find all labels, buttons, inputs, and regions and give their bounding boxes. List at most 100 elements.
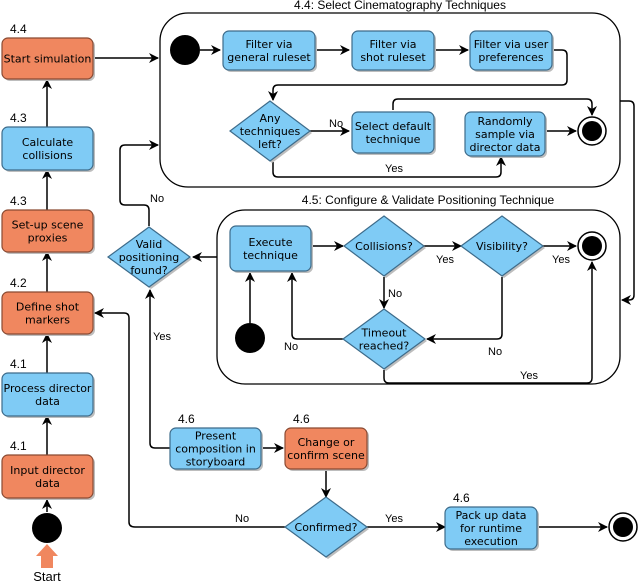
node-any-techniques-left-text: Any [259, 112, 280, 125]
node-process-director-data-number: 4.1 [10, 357, 27, 371]
group-validate-title: 4.5: Configure & Validate Positioning Te… [302, 193, 555, 207]
left-column-edges [42, 53, 159, 512]
edge-present-to-valid [145, 289, 170, 449]
edge-timeout-no [287, 272, 343, 340]
node-filter-general-text: general ruleset [227, 51, 311, 64]
node-process-director-data-text: Process director [4, 382, 92, 395]
group-select-title: 4.4: Select Cinematography Techniques [294, 0, 506, 12]
node-visibility[interactable]: Visibility? [459, 215, 545, 278]
node-random-sample[interactable]: Randomlysample viadirector data [464, 111, 547, 158]
node-present-composition-number: 4.6 [178, 412, 195, 426]
edge-label-collisions-no: No [388, 288, 402, 300]
node-valid-positioning-text: found? [130, 264, 168, 277]
edge-label-valid-no: No [150, 193, 164, 205]
start-label: Start [33, 569, 61, 583]
node-define-shot-markers-text: markers [25, 314, 70, 327]
edge-label-confirmed-no: No [235, 513, 249, 525]
activity-diagram: 4.4: Select Cinematography Techniques 4.… [1, 0, 638, 583]
node-process-director-data[interactable]: Process directordata 4.1 [1, 357, 95, 418]
node-select-default[interactable]: Select defaulttechnique [351, 111, 436, 155]
node-input-director-data-number: 4.1 [10, 439, 27, 453]
initial-node [32, 513, 62, 543]
node-confirmed-text: Confirmed? [295, 521, 358, 534]
node-change-confirm-text: Change or [298, 436, 355, 449]
edge-label-confirmed-yes: Yes [385, 513, 403, 525]
node-filter-general[interactable]: Filter viageneral ruleset [222, 30, 317, 72]
edge-label-valid-yes: Yes [153, 331, 171, 343]
final-node [608, 512, 638, 542]
node-calculate-collisions[interactable]: Calculatecollisions 4.3 [1, 111, 95, 172]
start-arrow-icon [36, 544, 58, 568]
node-start-simulation-number: 4.4 [10, 22, 27, 36]
edge-visibility-no [426, 277, 503, 344]
node-any-techniques-left-text: techniques [240, 125, 301, 138]
edge-timeout-yes [383, 261, 597, 384]
node-execute-technique-text: technique [243, 249, 298, 262]
node-pack-up-data-text: execution [464, 535, 518, 548]
node-filter-shot[interactable]: Filter viashot ruleset [351, 30, 436, 72]
node-filter-shot-text: shot ruleset [360, 51, 426, 64]
node-execute-technique-text: Execute [249, 236, 293, 249]
edge-label-timeout-no: No [284, 341, 298, 353]
node-random-sample-text: director data [470, 141, 541, 154]
node-present-composition-text: composition in [175, 443, 256, 456]
node-filter-general-text: Filter via [245, 38, 292, 51]
node-calculate-collisions-text: collisions [22, 149, 72, 162]
node-start-simulation[interactable]: Start simulation 4.4 [1, 22, 95, 81]
node-valid-positioning[interactable]: Validpositioningfound? [106, 226, 192, 289]
group-validate-initial-node [235, 323, 265, 353]
node-select-default-text: Select default [355, 120, 432, 133]
node-confirmed[interactable]: Confirmed? [283, 496, 369, 559]
node-pack-up-data[interactable]: Pack up datafor runtimeexecution 4.6 [444, 491, 539, 551]
node-valid-positioning-text: Valid [136, 238, 163, 251]
node-pack-up-data-text: for runtime [460, 522, 522, 535]
edge-label-any-no: No [329, 118, 343, 130]
edge-label-timeout-yes: Yes [520, 370, 538, 382]
node-setup-scene-proxies-number: 4.3 [10, 194, 27, 208]
edge-label-any-yes: Yes [385, 163, 403, 175]
node-filter-shot-text: Filter via [369, 38, 416, 51]
edge-select-to-validate [620, 100, 635, 305]
node-filter-user-text: preferences [478, 51, 544, 64]
group-select-final-node [577, 116, 607, 146]
node-present-composition-text: Present [195, 430, 237, 443]
node-setup-scene-proxies[interactable]: Set-up sceneproxies 4.3 [1, 194, 95, 254]
edge-label-collisions-yes: Yes [436, 254, 454, 266]
node-setup-scene-proxies-text: proxies [28, 232, 68, 245]
node-change-confirm-text: confirm scene [287, 449, 365, 462]
node-valid-positioning-text: positioning [119, 251, 180, 264]
node-start-simulation-text: Start simulation [4, 53, 92, 66]
edge-valid-no [119, 140, 159, 226]
node-define-shot-markers[interactable]: Define shotmarkers 4.2 [1, 276, 95, 336]
node-calculate-collisions-text: Calculate [22, 136, 74, 149]
node-filter-user[interactable]: Filter via userpreferences [469, 30, 554, 72]
group-select-initial-node [170, 35, 200, 65]
node-present-composition-text: storyboard [186, 456, 246, 469]
node-random-sample-text: Randomly [477, 115, 533, 128]
node-input-director-data[interactable]: Input directordata 4.1 [1, 439, 95, 500]
node-collisions-text: Collisions? [355, 240, 413, 253]
node-pack-up-data-text: Pack up data [455, 509, 526, 522]
node-timeout-text: Timeout [361, 327, 408, 340]
edge-label-visibility-no: No [488, 346, 502, 358]
node-input-director-data-text: data [35, 477, 60, 490]
node-input-director-data-text: Input director [10, 464, 85, 477]
node-present-composition[interactable]: Presentcomposition instoryboard 4.6 [169, 412, 263, 471]
node-execute-technique[interactable]: Executetechnique [229, 225, 313, 273]
node-change-confirm[interactable]: Change orconfirm scene 4.6 [284, 412, 369, 471]
group-validate-final-node [577, 231, 607, 261]
node-timeout[interactable]: Timeoutreached? [341, 308, 427, 371]
node-define-shot-markers-number: 4.2 [10, 276, 27, 290]
node-define-shot-markers-text: Define shot [16, 301, 80, 314]
node-change-confirm-number: 4.6 [293, 412, 310, 426]
node-timeout-text: reached? [359, 340, 410, 353]
node-filter-user-text: Filter via user [474, 38, 549, 51]
node-calculate-collisions-number: 4.3 [10, 111, 27, 125]
node-setup-scene-proxies-text: Set-up scene [12, 219, 84, 232]
node-collisions[interactable]: Collisions? [343, 215, 426, 278]
node-any-techniques-left[interactable]: Anytechniquesleft? [229, 100, 312, 163]
node-visibility-text: Visibility? [476, 240, 528, 253]
node-random-sample-text: sample via [475, 128, 535, 141]
edge-label-visibility-yes: Yes [552, 254, 570, 266]
node-select-default-text: technique [366, 133, 421, 146]
